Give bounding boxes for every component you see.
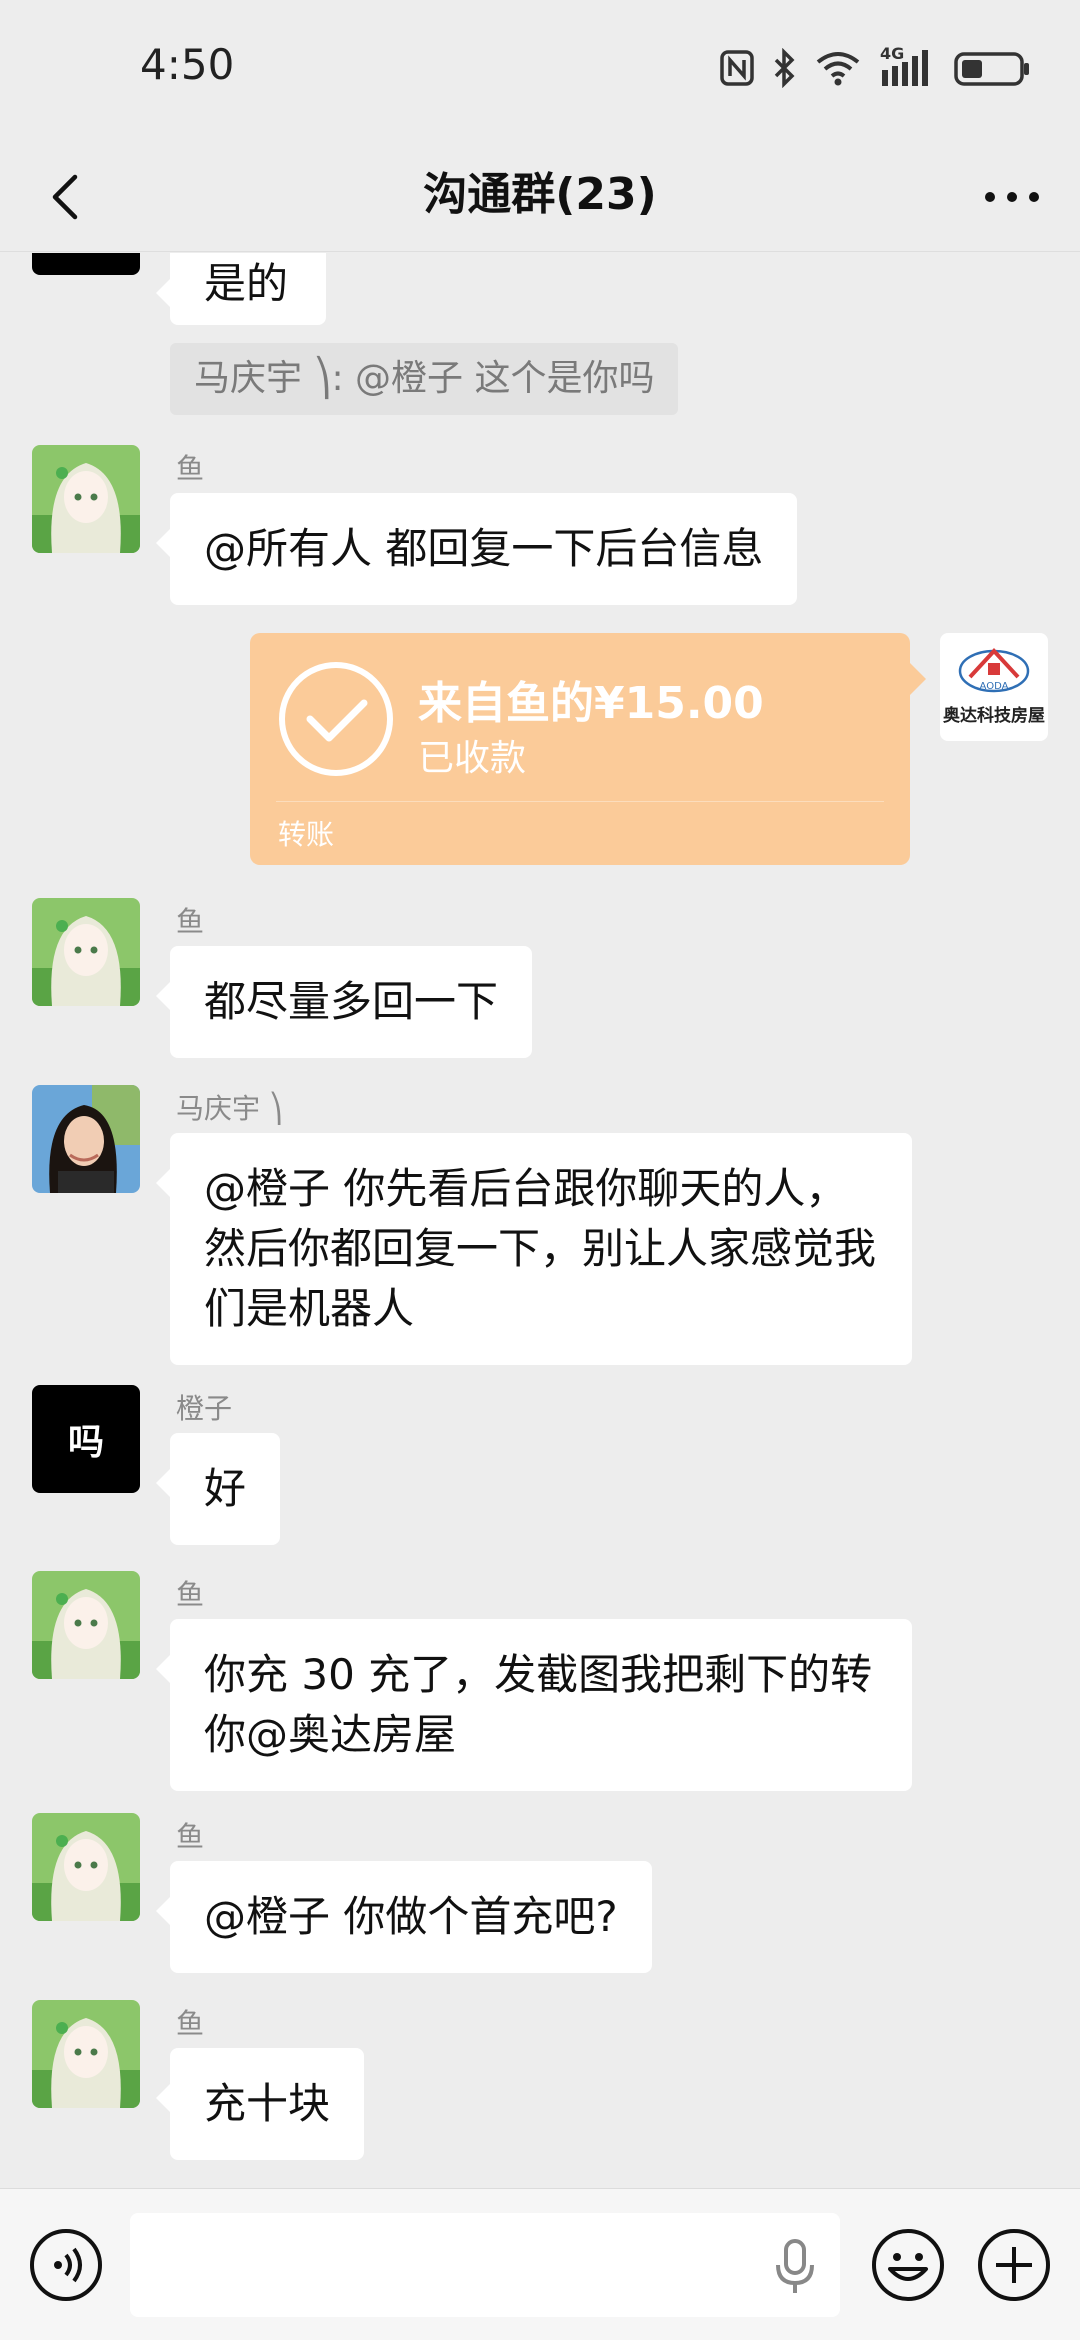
wifi-icon [814, 48, 862, 88]
nfc-icon [720, 48, 754, 88]
avatar[interactable] [32, 1571, 140, 1679]
anime-girl-avatar-image [32, 1571, 140, 1679]
message-bubble[interactable]: 都尽量多回一下 [155, 946, 533, 1058]
message-bubble[interactable]: 充十块 [155, 2048, 365, 2160]
avatar[interactable] [32, 1813, 140, 1921]
sender-name: 鱼 [176, 2007, 205, 2040]
logo-text: AODA [979, 681, 1009, 692]
anime-girl-avatar-image [32, 2000, 140, 2108]
input-bar [0, 2188, 1080, 2340]
status-icons: 4G [720, 44, 1032, 90]
quote-text: 马庆宇 ⎞: @橙子 这个是你吗 [194, 358, 655, 399]
avatar[interactable]: 吗 [32, 1385, 140, 1493]
sender-name: 鱼 [176, 905, 205, 938]
message-list[interactable]: 是的 马庆宇 ⎞: @橙子 这个是你吗 鱼 @所有人 都回复一下后台信息 来自鱼… [0, 253, 1080, 2187]
anime-girl-avatar-image [32, 445, 140, 553]
quoted-reply[interactable]: 马庆宇 ⎞: @橙子 这个是你吗 [170, 343, 679, 415]
emoji-icon[interactable] [870, 2227, 946, 2303]
transfer-card[interactable]: 来自鱼的¥15.00 已收款 转账 [250, 633, 926, 865]
plus-icon[interactable] [976, 2227, 1052, 2303]
anime-girl-avatar-image [32, 898, 140, 1006]
message-bubble[interactable]: @橙子 你先看后台跟你聊天的人，然后你都回复一下，别让人家感觉我们是机器人 [156, 1133, 912, 1365]
avatar[interactable] [32, 1085, 140, 1193]
check-circle-icon [279, 662, 393, 776]
message-text: 是的 [204, 259, 289, 308]
message-bubble[interactable]: @所有人 都回复一下后台信息 [155, 493, 798, 605]
house-logo-icon [958, 648, 1030, 693]
avatar[interactable] [32, 898, 140, 1006]
avatar[interactable] [32, 445, 140, 553]
sender-name: 马庆宇 ⎞ [176, 1092, 283, 1125]
bluetooth-icon [772, 48, 796, 88]
message-text: @橙子 你先看后台跟你聊天的人，然后你都回复一下，别让人家感觉我们是机器人 [204, 1164, 877, 1333]
message-text: 你充 30 充了，发截图我把剩下的转你@奥达房屋 [204, 1650, 873, 1759]
battery-icon [954, 48, 1032, 88]
message-bubble[interactable]: @橙子 你做个首充吧? [156, 1861, 652, 1973]
avatar[interactable] [32, 253, 140, 275]
sender-name: 鱼 [176, 1578, 205, 1611]
message-input[interactable] [130, 2213, 840, 2317]
avatar[interactable] [32, 2000, 140, 2108]
more-button[interactable] [972, 162, 1052, 232]
divider [276, 801, 884, 802]
status-bar: 4:50 4G [0, 0, 1080, 140]
sender-name: 橙子 [176, 1392, 233, 1425]
message-bubble[interactable]: 是的 [156, 253, 326, 325]
avatar-text: 吗 [67, 1422, 104, 1463]
anime-girl-avatar-image [32, 1813, 140, 1921]
transfer-amount: 来自鱼的¥15.00 [418, 678, 764, 729]
transfer-label: 转账 [278, 818, 335, 851]
message-bubble[interactable]: 好 [155, 1433, 281, 1545]
transfer-status: 已收款 [418, 738, 527, 779]
cellular-signal-icon: 4G [880, 44, 936, 88]
status-time: 4:50 [140, 40, 235, 89]
message-text: @所有人 都回复一下后台信息 [204, 524, 764, 573]
woman-photo-avatar-image [32, 1085, 140, 1193]
voice-icon[interactable] [28, 2227, 104, 2303]
message-text: 充十块 [204, 2079, 331, 2128]
message-text: @橙子 你做个首充吧? [204, 1892, 618, 1941]
message-text: 好 [204, 1464, 247, 1513]
chat-title: 沟通群(23) [423, 169, 657, 220]
chat-header: 沟通群(23) [0, 140, 1080, 252]
sender-name: 鱼 [176, 1820, 205, 1853]
more-dots-icon [985, 192, 1039, 202]
mic-icon[interactable] [770, 2239, 820, 2295]
sender-name: 鱼 [176, 452, 205, 485]
avatar-caption: 奥达科技房屋 [943, 706, 1045, 726]
message-text: 都尽量多回一下 [204, 977, 499, 1026]
avatar[interactable]: AODA 奥达科技房屋 [940, 633, 1048, 741]
message-bubble[interactable]: 你充 30 充了，发截图我把剩下的转你@奥达房屋 [156, 1619, 912, 1791]
